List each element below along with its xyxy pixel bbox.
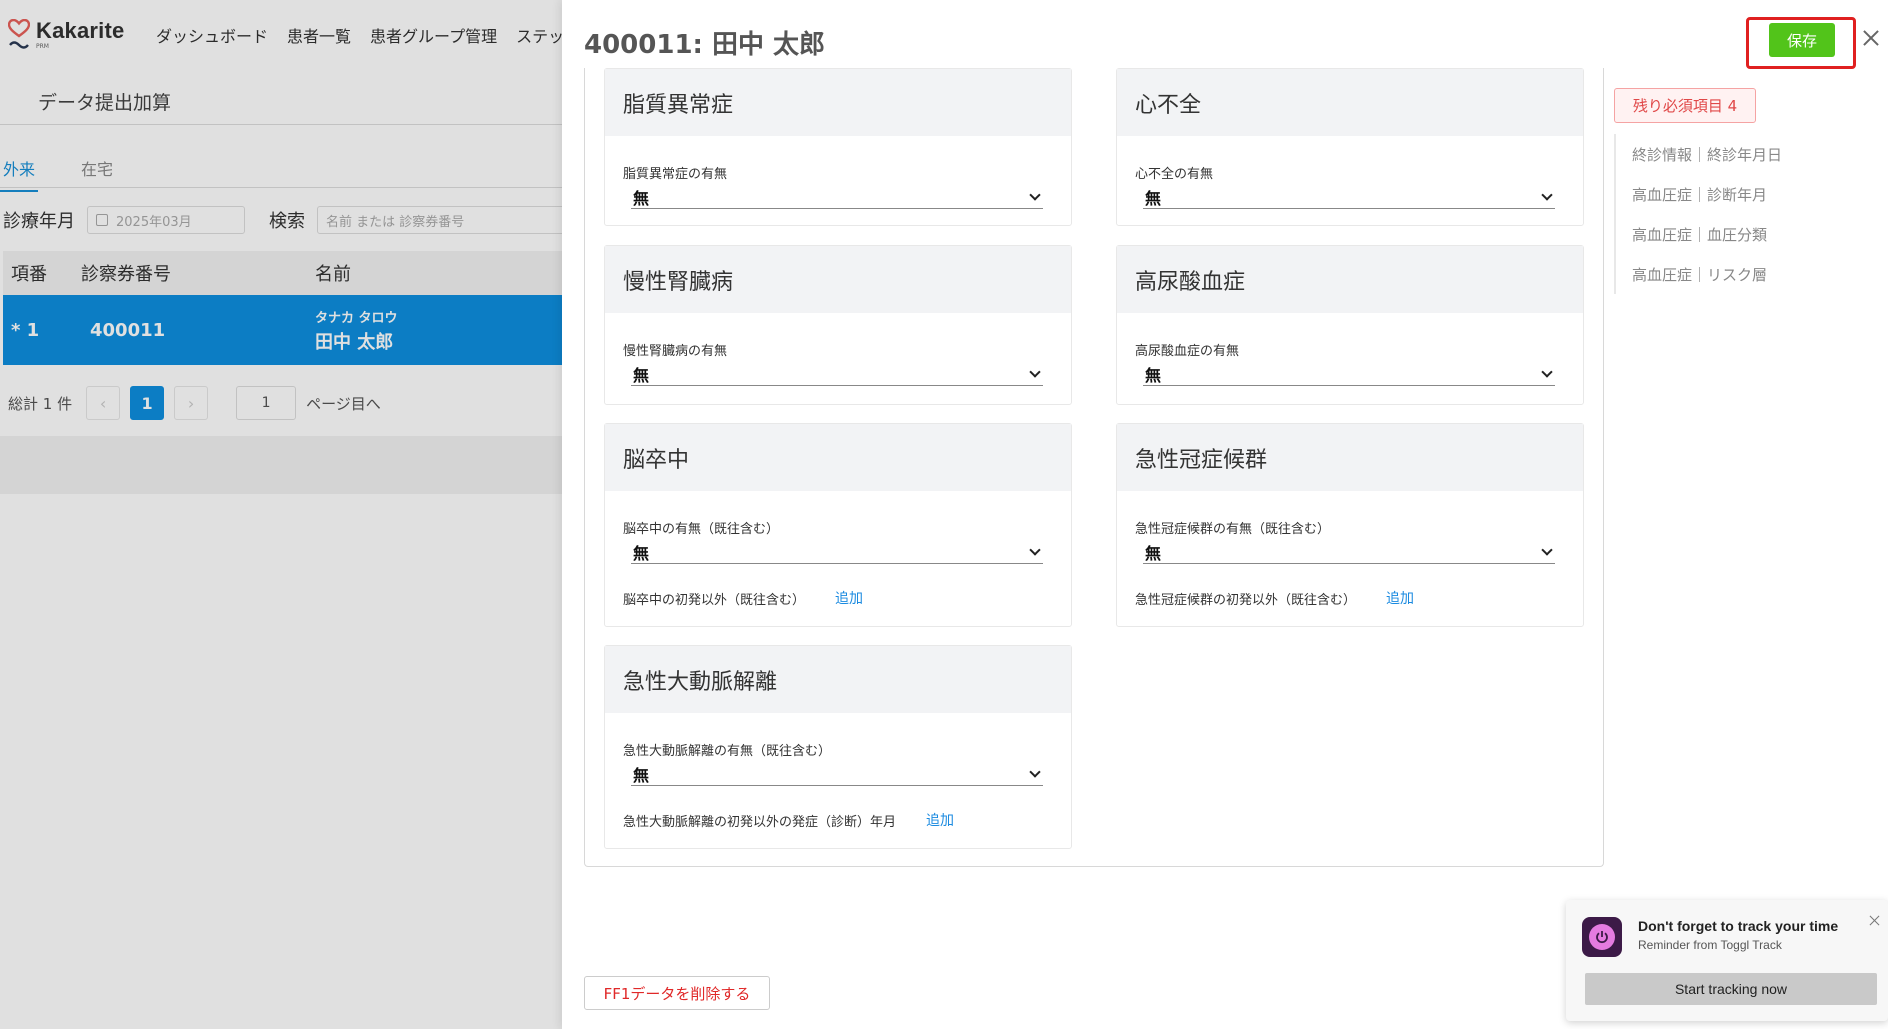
chevron-down-icon [1029,188,1041,201]
select-value: 無 [633,365,650,385]
toast-close-icon[interactable] [1869,914,1881,926]
chevron-down-icon [1029,543,1041,556]
chevron-down-icon [1541,188,1553,201]
add-stroke-link[interactable]: 追加 [835,588,863,608]
add-aortic-link[interactable]: 追加 [926,810,954,830]
chevron-down-icon [1541,543,1553,556]
patient-drawer: 400011: 田中 太郎 保存 脂質異常症 脂質異常症の有無 無 心不全 心不… [562,0,1888,1029]
card-title: 脳卒中 [605,424,1071,491]
start-tracking-button[interactable]: Start tracking now [1585,973,1877,1005]
card-aortic-dissection: 急性大動脈解離 急性大動脈解離の有無（既往含む） 無 急性大動脈解離の初発以外の… [604,645,1072,849]
toggl-reminder-toast: Don't forget to track your time Reminder… [1566,900,1888,1021]
required-item[interactable]: 終診情報｜終診年月日 [1616,134,1782,174]
remaining-required-badge: 残り必須項目 4 [1614,88,1756,123]
toggl-power-icon [1582,917,1622,957]
card-stroke: 脳卒中 脳卒中の有無（既往含む） 無 脳卒中の初発以外（既往含む） 追加 [604,423,1072,627]
hyperuricemia-select[interactable]: 無 [1143,362,1555,386]
close-icon[interactable] [1861,28,1881,48]
required-items-list: 終診情報｜終診年月日 高血圧症｜診断年月 高血圧症｜血圧分類 高血圧症｜リスク層 [1614,134,1782,294]
aortic-dissection-select[interactable]: 無 [631,762,1043,786]
card-hyperuricemia: 高尿酸血症 高尿酸血症の有無 無 [1116,245,1584,405]
card-title: 高尿酸血症 [1117,246,1583,313]
card-title: 急性大動脈解離 [605,646,1071,713]
toast-title: Don't forget to track your time [1638,918,1839,934]
select-value: 無 [1145,543,1162,563]
select-value: 無 [1145,365,1162,385]
delete-ff1-button[interactable]: FF1データを削除する [584,976,770,1010]
chevron-down-icon [1029,365,1041,378]
extra-label: 脳卒中の初発以外（既往含む） [623,592,806,608]
heart-failure-select[interactable]: 無 [1143,185,1555,209]
save-button[interactable]: 保存 [1769,23,1835,57]
card-dyslipidemia: 脂質異常症 脂質異常症の有無 無 [604,68,1072,226]
field-label: 急性大動脈解離の有無（既往含む） [623,744,832,759]
card-heart-failure: 心不全 心不全の有無 無 [1116,68,1584,226]
toast-subtitle: Reminder from Toggl Track [1638,938,1782,952]
select-value: 無 [1145,188,1162,208]
stroke-select[interactable]: 無 [631,540,1043,564]
extra-label: 急性冠症候群の初発以外（既往含む） [1135,592,1357,608]
select-value: 無 [633,188,650,208]
card-title: 心不全 [1117,69,1583,136]
add-acs-link[interactable]: 追加 [1386,588,1414,608]
drawer-title: 400011: 田中 太郎 [584,30,826,60]
dyslipidemia-select[interactable]: 無 [631,185,1043,209]
extra-label: 急性大動脈解離の初発以外の発症（診断）年月 [623,814,897,830]
select-value: 無 [633,765,650,785]
field-label: 慢性腎臓病の有無 [623,344,728,359]
card-title: 急性冠症候群 [1117,424,1583,491]
field-label: 高尿酸血症の有無 [1135,344,1240,359]
required-item[interactable]: 高血圧症｜診断年月 [1616,174,1782,214]
chevron-down-icon [1541,365,1553,378]
select-value: 無 [633,543,650,563]
card-title: 慢性腎臓病 [605,246,1071,313]
field-label: 急性冠症候群の有無（既往含む） [1135,522,1331,537]
field-label: 脂質異常症の有無 [623,167,728,182]
card-ckd: 慢性腎臓病 慢性腎臓病の有無 無 [604,245,1072,405]
card-acs: 急性冠症候群 急性冠症候群の有無（既往含む） 無 急性冠症候群の初発以外（既往含… [1116,423,1584,627]
field-label: 心不全の有無 [1135,167,1214,182]
acs-select[interactable]: 無 [1143,540,1555,564]
ckd-select[interactable]: 無 [631,362,1043,386]
card-title: 脂質異常症 [605,69,1071,136]
required-item[interactable]: 高血圧症｜リスク層 [1616,254,1782,294]
chevron-down-icon [1029,765,1041,778]
required-item[interactable]: 高血圧症｜血圧分類 [1616,214,1782,254]
field-label: 脳卒中の有無（既往含む） [623,522,780,537]
